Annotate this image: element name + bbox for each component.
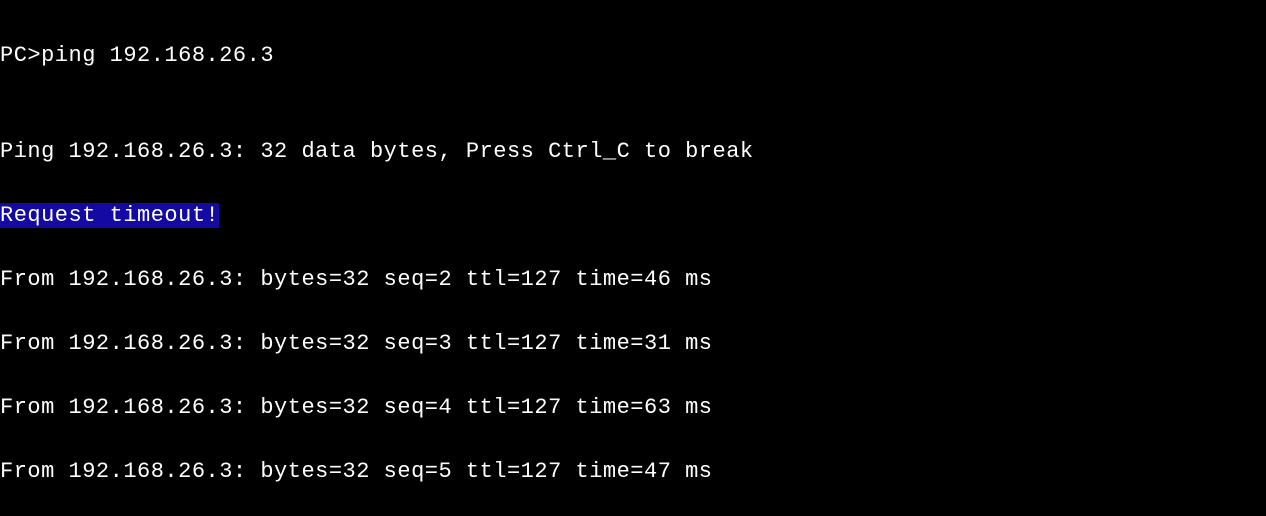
reply-line-2: From 192.168.26.3: bytes=32 seq=3 ttl=12… [0, 328, 1266, 360]
terminal-output[interactable]: PC>ping 192.168.26.3 Ping 192.168.26.3: … [0, 0, 1266, 516]
reply-line-4: From 192.168.26.3: bytes=32 seq=5 ttl=12… [0, 456, 1266, 488]
timeout-line: Request timeout! [0, 200, 1266, 232]
prompt-line: PC>ping 192.168.26.3 [0, 40, 1266, 72]
ping-header: Ping 192.168.26.3: 32 data bytes, Press … [0, 136, 1266, 168]
reply-line-1: From 192.168.26.3: bytes=32 seq=2 ttl=12… [0, 264, 1266, 296]
timeout-highlight: Request timeout! [0, 203, 219, 228]
reply-line-3: From 192.168.26.3: bytes=32 seq=4 ttl=12… [0, 392, 1266, 424]
